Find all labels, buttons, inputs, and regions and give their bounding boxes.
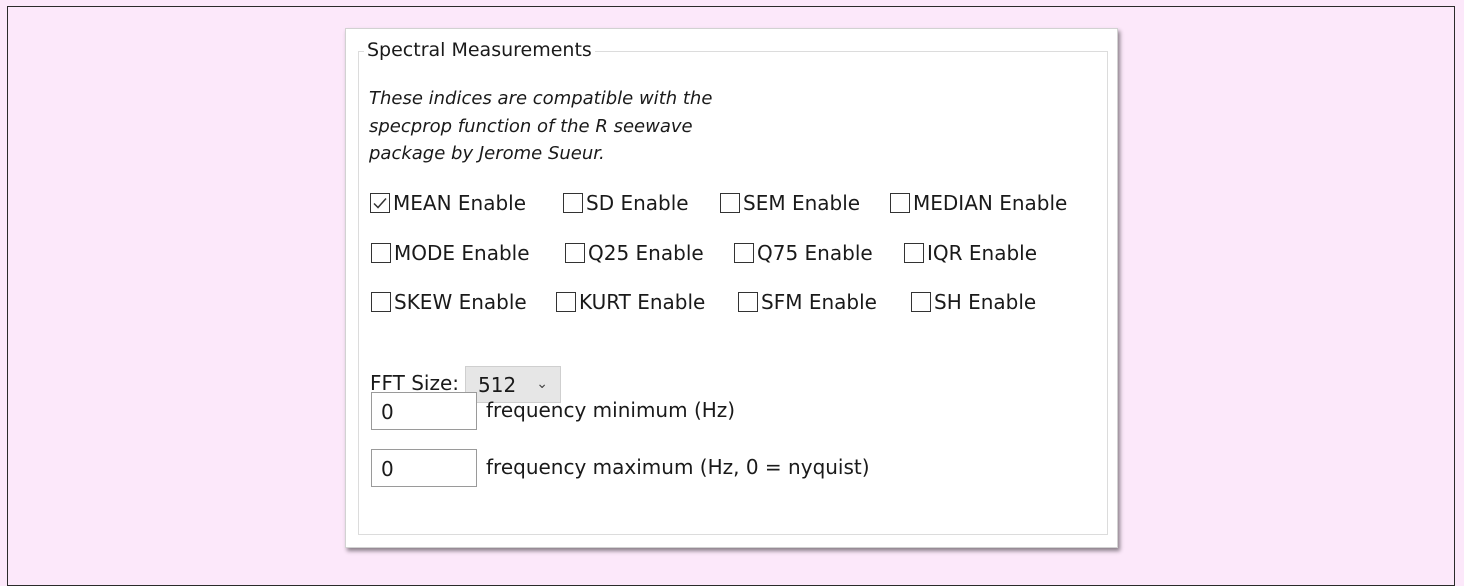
group-title: Spectral Measurements [364,39,595,61]
checkbox-box[interactable] [890,193,910,213]
checkbox-label: MODE Enable [394,241,530,265]
chevron-down-icon: ⌄ [536,376,548,392]
checkbox-box[interactable] [911,292,931,312]
checkbox-box[interactable] [565,243,585,263]
description: These indices are compatible with the sp… [369,85,789,168]
frequency-maximum-input[interactable]: 0 [371,449,477,487]
checkbox-label: IQR Enable [927,241,1038,265]
checkbox-median[interactable]: MEDIAN Enable [890,191,1067,215]
fft-size-value: 512 [478,372,517,397]
checkbox-box[interactable] [734,243,754,263]
checkbox-box[interactable] [904,243,924,263]
checkbox-iqr[interactable]: IQR Enable [904,241,1037,265]
checkmark-icon [373,198,387,209]
description-line: These indices are compatible with the [369,88,713,109]
checkbox-mean[interactable]: MEAN Enable [370,191,526,215]
checkbox-label: Q25 Enable [588,241,704,265]
checkbox-label: Q75 Enable [757,241,873,265]
checkbox-sem[interactable]: SEM Enable [720,191,860,215]
checkbox-skew[interactable]: SKEW Enable [371,290,527,314]
checkbox-box[interactable] [556,292,576,312]
frequency-minimum-label: frequency minimum (Hz) [486,398,736,422]
checkbox-mode[interactable]: MODE Enable [371,241,530,265]
checkbox-box[interactable] [720,193,740,213]
frequency-maximum-value: 0 [381,457,394,481]
checkbox-box[interactable] [370,193,390,213]
checkbox-label: KURT Enable [579,290,706,314]
checkbox-kurt[interactable]: KURT Enable [556,290,705,314]
description-line: package by Jerome Sueur. [369,143,605,164]
checkbox-q75[interactable]: Q75 Enable [734,241,873,265]
frequency-minimum-value: 0 [381,400,394,424]
checkbox-box[interactable] [371,292,391,312]
checkbox-label: MEAN Enable [393,191,527,215]
checkbox-sfm[interactable]: SFM Enable [738,290,877,314]
checkbox-box[interactable] [563,193,583,213]
checkbox-label: SH Enable [934,290,1037,314]
checkbox-sh[interactable]: SH Enable [911,290,1036,314]
spectral-measurements-panel: Spectral Measurements These indices are … [345,28,1118,548]
checkbox-label: SFM Enable [761,290,877,314]
checkbox-q25[interactable]: Q25 Enable [565,241,704,265]
checkbox-label: MEDIAN Enable [913,191,1068,215]
checkbox-label: SD Enable [586,191,689,215]
checkbox-label: SEM Enable [743,191,861,215]
checkbox-box[interactable] [738,292,758,312]
frequency-maximum-label: frequency maximum (Hz, 0 = nyquist) [486,455,870,479]
frequency-minimum-input[interactable]: 0 [371,392,477,430]
checkbox-sd[interactable]: SD Enable [563,191,689,215]
description-line: specprop function of the R seewave [369,115,693,137]
checkbox-box[interactable] [371,243,391,263]
checkbox-label: SKEW Enable [394,290,527,314]
